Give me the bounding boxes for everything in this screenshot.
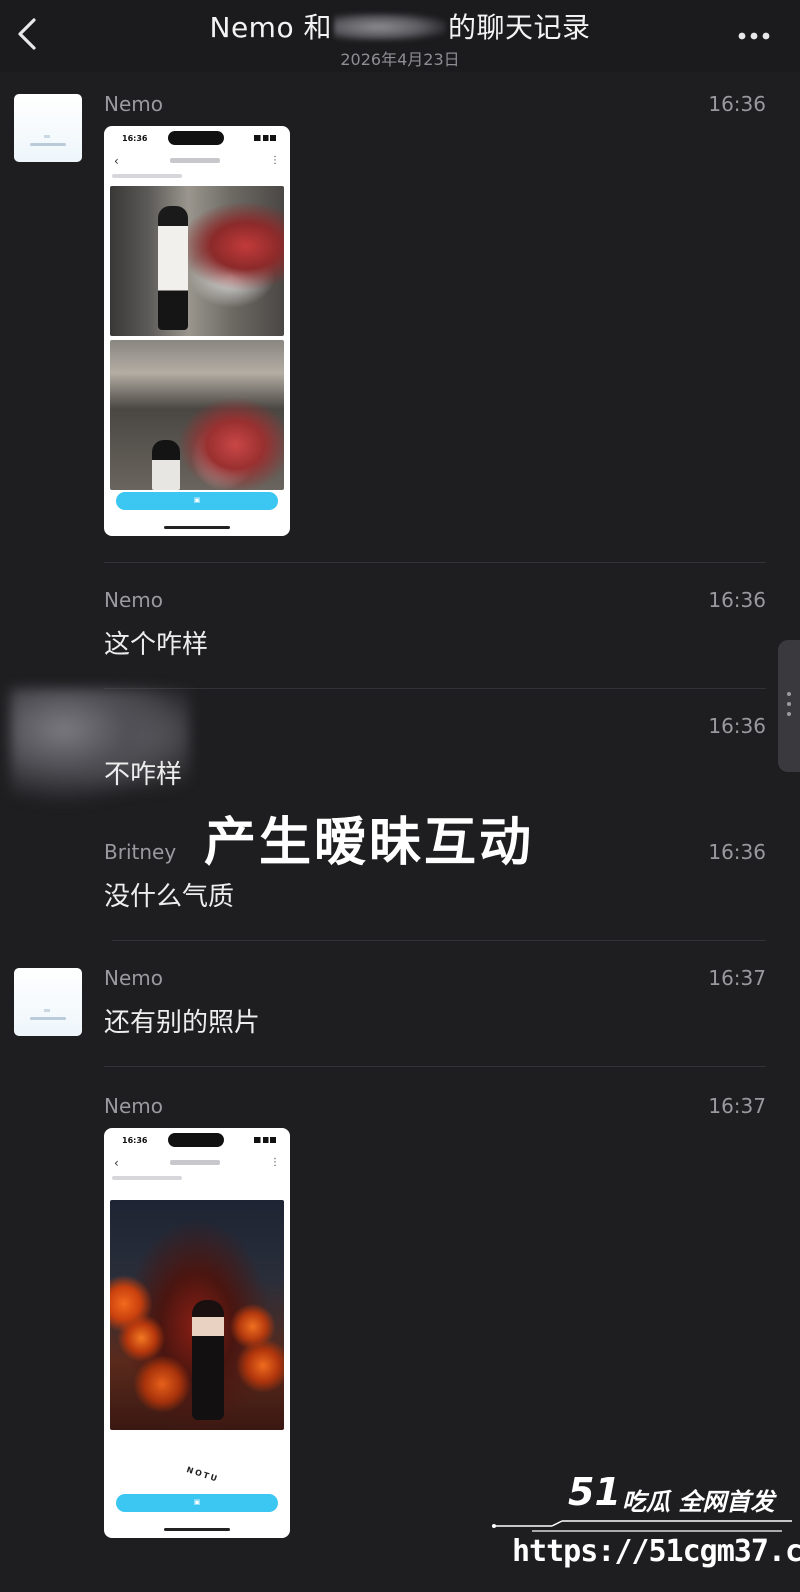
page-title: Nemo 和 的聊天记录 (0, 6, 800, 46)
message-sender: Nemo (104, 1094, 163, 1118)
message-sender: Nemo (104, 92, 163, 116)
overlay-caption: 产生暧昧互动 (204, 813, 535, 873)
avatar-detail (44, 135, 50, 138)
thumbnail-navbar: ‹ ⋮ (104, 152, 290, 172)
thumbnail-cta-button: ▣ (116, 492, 278, 510)
avatar[interactable] (14, 94, 82, 162)
message-time: 16:37 (708, 966, 766, 990)
thumbnail-title-placeholder (170, 158, 220, 163)
chat-header: Nemo 和 的聊天记录 2026年4月23日 (0, 0, 800, 72)
message-sender: Britney (104, 840, 177, 864)
thumbnail-homebar (164, 526, 230, 529)
photo-halloween (110, 1200, 284, 1430)
header-title-block: Nemo 和 的聊天记录 2026年4月23日 (0, 6, 800, 70)
thumbnail-logo: NOTU (185, 1465, 221, 1484)
photo-christmas-tree-2 (110, 340, 284, 490)
divider (104, 1066, 766, 1067)
thumbnail-statusbar: 16:36 (104, 126, 290, 150)
message-time: 16:36 (708, 588, 766, 612)
divider (104, 562, 766, 563)
watermark-url: https://51cgm37.com (512, 1534, 800, 1569)
photo-figure (192, 1300, 224, 1420)
watermark-circuit-lines (492, 1520, 792, 1532)
cta-icon: ▣ (193, 1498, 201, 1506)
message-time: 16:37 (708, 1094, 766, 1118)
thumbnail-navbar: ‹ ⋮ (104, 1154, 290, 1174)
title-suffix: 的聊天记录 (447, 11, 591, 44)
image-thumbnail[interactable]: 16:36 ‹ ⋮ ▣ (104, 126, 290, 536)
more-button[interactable] (734, 28, 774, 44)
message-time: 16:36 (708, 92, 766, 116)
thumbnail-status-time: 16:36 (122, 134, 148, 143)
thumbnail-back-icon: ‹ (114, 1156, 119, 1170)
message-time: 16:36 (708, 714, 766, 738)
handle-dots-icon (787, 712, 791, 716)
message-text: 没什么气质 (104, 882, 235, 912)
message-sender: Nemo (104, 966, 163, 990)
header-date: 2026年4月23日 (340, 50, 460, 69)
watermark: 51 吃瓜 全网首发 https://51cgm37.com (492, 1470, 800, 1580)
watermark-brand-number: 51 (568, 1470, 621, 1514)
dynamic-island (168, 131, 224, 145)
message-text: 还有别的照片 (104, 1008, 261, 1038)
message-sender: Nemo (104, 588, 163, 612)
divider (104, 688, 766, 689)
thumbnail-status-time: 16:36 (122, 1136, 148, 1145)
avatar[interactable] (14, 968, 82, 1036)
handle-dots-icon (787, 692, 791, 696)
thumbnail-more-icon: ⋮ (270, 1157, 280, 1168)
message-text: 这个咋样 (104, 630, 209, 660)
message-text: 不咋样 (104, 760, 183, 790)
status-icons (254, 1137, 276, 1143)
divider (112, 940, 766, 941)
thumbnail-back-icon: ‹ (114, 154, 119, 168)
photo-figure (158, 206, 188, 330)
image-thumbnail[interactable]: 16:36 ‹ ⋮ NOTU ▣ (104, 1128, 290, 1538)
thumbnail-homebar (164, 1528, 230, 1531)
watermark-brand-tag: 吃瓜 全网首发 (622, 1488, 775, 1516)
thumbnail-subline (112, 174, 182, 178)
status-icons (254, 135, 276, 141)
message-time: 16:36 (708, 840, 766, 864)
cta-icon: ▣ (193, 496, 201, 504)
thumbnail-cta-button: ▣ (116, 1494, 278, 1512)
dynamic-island (168, 1133, 224, 1147)
avatar-detail (30, 143, 66, 146)
handle-dots-icon (787, 702, 791, 706)
photo-figure (152, 440, 180, 490)
thumbnail-more-icon: ⋮ (270, 155, 280, 166)
thumbnail-statusbar: 16:36 (104, 1128, 290, 1152)
avatar-detail (30, 1017, 66, 1020)
title-prefix: Nemo 和 (209, 11, 332, 44)
avatar-detail (44, 1009, 50, 1012)
thumbnail-title-placeholder (170, 1160, 220, 1165)
side-drawer-handle[interactable] (778, 640, 800, 772)
redacted-name (333, 13, 446, 41)
more-dots-icon (738, 32, 770, 40)
photo-christmas-tree-1 (110, 186, 284, 336)
thumbnail-subline (112, 1176, 182, 1180)
